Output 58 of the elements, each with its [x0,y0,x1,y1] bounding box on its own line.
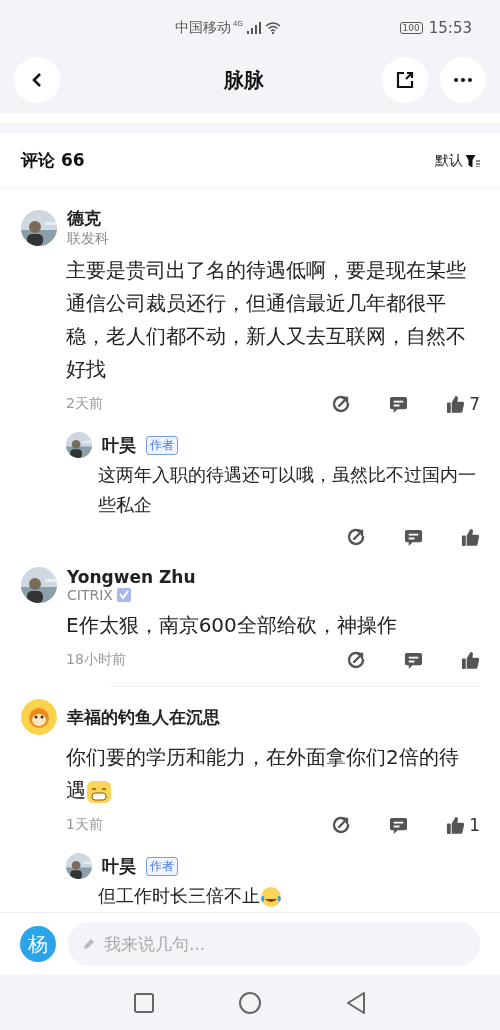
comment-icon[interactable] [404,650,423,670]
carrier-name: 中国移动 [175,18,231,37]
back-button[interactable] [14,57,60,103]
reply-author: 叶昊 [102,854,136,878]
home-icon[interactable] [239,991,261,1014]
like-button[interactable]: 7 [446,394,480,414]
reply-text: 这两年入职的待遇还可以哦，虽然比不过国内一些私企 [98,463,477,517]
commenter-name: 幸福的钓鱼人在沉思 [67,705,220,729]
grinning-emoji-icon [86,778,112,805]
share-circle-icon[interactable] [346,527,366,548]
filter-icon [466,154,480,167]
comment-icon[interactable] [389,815,409,835]
comment-text: 主要是贵司出了名的待遇低啊，要是现在某些通信公司裁员还行，但通信最近几年都很平稳，老人们都不动，新人又去互联网，自然不好找 [66,257,466,383]
company-name: CITRIX [67,587,113,604]
recent-apps-icon[interactable] [134,992,154,1013]
share-circle-icon[interactable] [331,815,352,836]
like-button[interactable] [461,527,480,547]
like-count: 1 [469,815,480,836]
share-icon [396,71,414,89]
comment-text-input[interactable]: 我来说几句... [102,933,466,955]
chevron-left-icon [30,72,44,88]
author-badge: 作者 [146,435,178,455]
comment-icon[interactable] [404,527,423,547]
signal-icon [246,21,261,34]
thumbs-up-icon [446,394,466,414]
back-nav-icon[interactable] [346,991,366,1014]
clock-time: 15:53 [428,18,472,37]
share-circle-icon[interactable] [331,394,352,414]
like-button[interactable] [461,650,480,670]
page-title: 脉脉 [223,66,265,94]
like-count: 7 [469,394,480,414]
reply-text: 但工作时长三倍不止 [98,881,480,912]
monkey-avatar-icon [21,699,57,736]
comment-time: 18小时前 [66,651,127,670]
battery-level: 100 [399,21,423,34]
share-circle-icon[interactable] [346,650,366,671]
company-name: 联发科 [67,230,109,248]
commenter-name: Yongwen Zhu [67,567,196,588]
reply-author: 叶昊 [102,433,136,457]
comment-time: 2天前 [66,395,104,413]
commenter-name: 德克 [67,207,102,230]
thumbs-up-icon [461,527,480,547]
like-button[interactable]: 1 [446,815,480,836]
thumbs-up-icon [446,815,466,835]
more-icon [454,78,472,82]
wifi-icon [264,21,281,34]
comment-time: 1天前 [66,816,104,835]
comment-text: E作太狠，南京600全部给砍，神操作 [66,612,398,640]
author-badge: 作者 [146,856,178,876]
sort-button[interactable]: 默认 [435,151,480,170]
pencil-icon [82,937,96,951]
comment-input[interactable]: 我来说几句... [68,922,480,966]
thumbs-up-icon [461,650,480,670]
comment-text: 你们要的学历和能力，在外面拿你们2倍的待遇 [66,744,460,807]
laughing-tears-emoji-icon [260,886,282,909]
comment-icon[interactable] [389,394,409,414]
comments-title: 评论 66 [21,149,85,172]
share-button[interactable] [382,57,428,103]
